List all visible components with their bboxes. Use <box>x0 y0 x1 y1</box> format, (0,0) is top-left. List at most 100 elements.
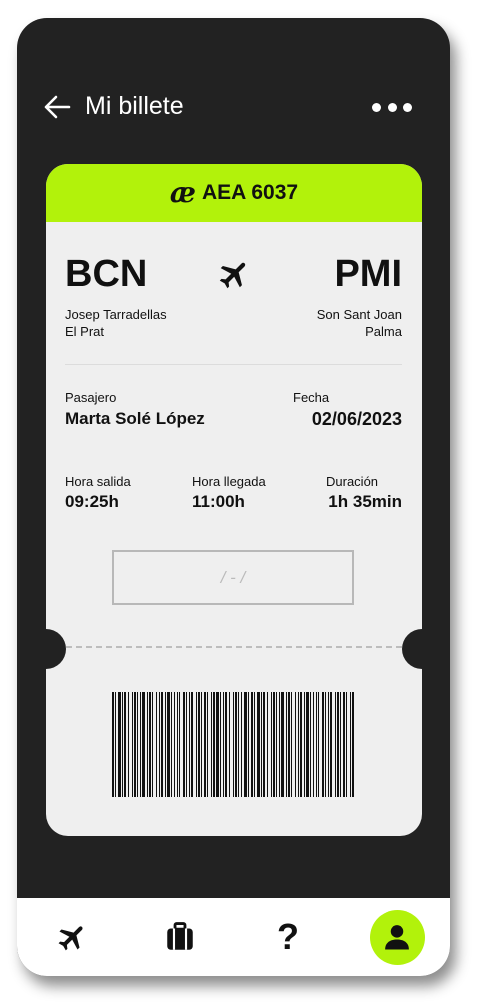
tab-flights[interactable] <box>37 898 107 976</box>
barcode-bar <box>276 692 277 797</box>
barcode-bar <box>298 692 299 797</box>
barcode-bar <box>220 692 221 797</box>
barcode-bar <box>115 692 116 797</box>
departure-label: Hora salida <box>65 474 131 489</box>
barcode-bar <box>167 692 170 797</box>
destination-code: PMI <box>334 253 402 295</box>
tab-profile[interactable] <box>362 898 432 976</box>
ticket-notch-right <box>402 629 422 669</box>
barcode-bar <box>198 692 200 797</box>
barcode-bar <box>238 692 239 797</box>
profile-active-indicator <box>369 909 425 965</box>
signature-placeholder: / - / <box>220 567 246 587</box>
barcode-bar <box>177 692 178 797</box>
tab-bar: ? <box>17 898 450 976</box>
barcode-bar <box>254 692 255 797</box>
barcode-bar <box>288 692 290 797</box>
barcode-bar <box>137 692 138 797</box>
barcode-bar <box>337 692 339 797</box>
destination-airport-line1: Son Sant Joan <box>316 307 402 322</box>
departure-time: 09:25h <box>65 492 119 511</box>
barcode-bar <box>330 692 332 797</box>
user-icon <box>385 925 409 950</box>
barcode-bar <box>147 692 148 797</box>
ticket-header: æ AEA 6037 <box>46 164 422 222</box>
barcode-bar <box>343 692 345 797</box>
barcode-bar <box>267 692 268 797</box>
barcode-bar <box>183 692 185 797</box>
barcode-bar <box>235 692 237 797</box>
barcode-bar <box>273 692 275 797</box>
arrival-time: 11:00h <box>192 492 245 511</box>
barcode-bar <box>118 692 121 797</box>
duration-label: Duración <box>326 474 379 489</box>
barcode-bar <box>191 692 193 797</box>
barcode-bar <box>310 692 311 797</box>
date-label: Fecha <box>293 390 330 405</box>
divider <box>65 364 402 365</box>
barcode-bar <box>225 692 227 797</box>
phone-frame: Mi billete æ AEA 6037 BCN PMI Josep Tarr… <box>17 18 450 976</box>
barcode-bar <box>112 692 114 797</box>
barcode-bar <box>248 692 249 797</box>
origin-airport-line2: El Prat <box>65 324 105 339</box>
barcode-bar <box>122 692 123 797</box>
barcode-bar <box>207 692 208 797</box>
barcode-bar <box>134 692 136 797</box>
date-value: 02/06/2023 <box>311 409 402 429</box>
tab-luggage[interactable] <box>145 898 215 976</box>
barcode-bar <box>352 692 354 797</box>
tab-help[interactable]: ? <box>253 898 323 976</box>
barcode-bar <box>179 692 180 797</box>
duration-value: 1h 35min <box>328 492 402 511</box>
barcode-bar <box>159 692 160 797</box>
barcode-bar <box>328 692 329 797</box>
barcode-bar <box>318 692 319 797</box>
airplane-icon <box>58 926 83 951</box>
arrow-left-icon[interactable] <box>43 94 71 120</box>
barcode-bar <box>152 692 153 797</box>
barcode-bar <box>165 692 166 797</box>
barcode-bar <box>196 692 197 797</box>
barcode-bar <box>156 692 157 797</box>
barcode-bar <box>189 692 190 797</box>
barcode-bar <box>251 692 253 797</box>
barcode-bar <box>161 692 163 797</box>
barcode-bar <box>229 692 230 797</box>
barcode-bar <box>295 692 296 797</box>
origin-code: BCN <box>65 253 148 295</box>
barcode-bar <box>313 692 314 797</box>
barcode-bar <box>186 692 187 797</box>
perforation-line <box>66 646 402 648</box>
more-dots-icon[interactable] <box>372 103 412 113</box>
barcode-bar <box>223 692 224 797</box>
barcode-bar <box>174 692 175 797</box>
barcode-bar <box>271 692 272 797</box>
barcode-bar <box>304 692 305 797</box>
barcode-bar <box>325 692 326 797</box>
barcode-bar <box>132 692 133 797</box>
barcode-bar <box>316 692 317 797</box>
barcode-bar <box>216 692 219 797</box>
barcode-bar <box>233 692 234 797</box>
header: Mi billete <box>17 18 450 168</box>
barcode-bar <box>286 692 287 797</box>
barcode-bar <box>128 692 129 797</box>
barcode-bar <box>171 692 172 797</box>
barcode-bar <box>149 692 151 797</box>
barcode-bar <box>306 692 309 797</box>
barcode-bar <box>261 692 262 797</box>
barcode-bar <box>279 692 280 797</box>
airplane-icon <box>216 256 252 292</box>
destination-airport-line2: Palma <box>365 324 402 339</box>
signature-box[interactable]: / - / <box>112 550 354 605</box>
barcode-bar <box>350 692 351 797</box>
barcode-bar <box>124 692 126 797</box>
briefcase-icon <box>167 922 193 950</box>
question-icon: ? <box>277 916 299 957</box>
destination-airport: Son Sant Joan Palma <box>317 306 402 340</box>
barcode-bar <box>322 692 324 797</box>
passenger-name: Marta Solé López <box>65 409 205 428</box>
barcode-bar <box>201 692 202 797</box>
barcode-bar <box>241 692 242 797</box>
